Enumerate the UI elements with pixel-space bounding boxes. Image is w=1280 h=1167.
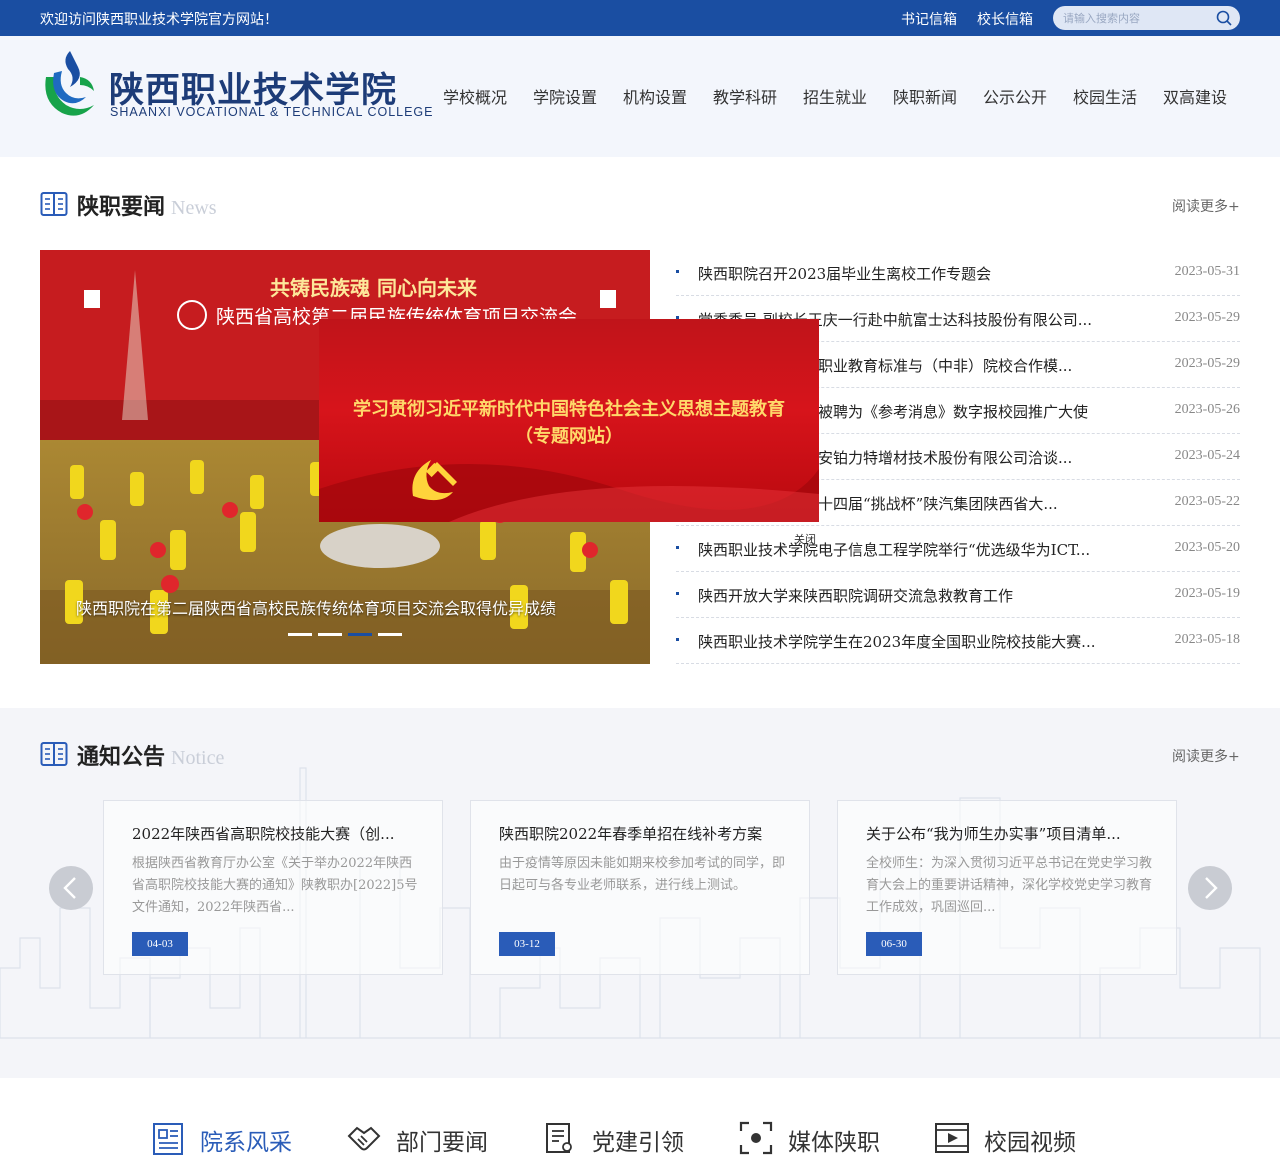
secretary-mailbox-link[interactable]: 书记信箱 (901, 9, 957, 29)
notice-title-en: Notice (171, 747, 225, 769)
school-name-en: SHAANXI VOCATIONAL & TECHNICAL COLLEGE (110, 105, 434, 119)
chevron-right-icon (1205, 877, 1218, 899)
nav-item-school-overview[interactable]: 学校概况 (443, 84, 507, 108)
notice-card[interactable]: 2022年陕西省高职院校技能大赛（创... 根据陕西省教育厅办公室《关于举办20… (103, 800, 443, 975)
tab-media[interactable]: 媒体陕职 (738, 1118, 898, 1158)
nav-item-public-notice[interactable]: 公示公开 (983, 84, 1047, 108)
notice-card-title[interactable]: 陕西职院2022年春季单招在线补考方案 (499, 823, 789, 844)
tab-department-news[interactable]: 部门要闻 (346, 1118, 506, 1158)
slide-banner-line1: 共铸民族魂 同心向未来 (270, 276, 477, 300)
welcome-text: 欢迎访问陕西职业技术学院官方网站！ (40, 12, 278, 28)
newspaper-icon (153, 1123, 183, 1155)
slider-dot-4[interactable] (378, 633, 402, 636)
chevron-left-icon (63, 877, 76, 899)
site-header: 陕西职业技术学院 SHAANXI VOCATIONAL & TECHNICAL … (0, 36, 1280, 157)
tab-campus-video[interactable]: 校园视频 (934, 1118, 1094, 1158)
bullet-icon (676, 592, 679, 595)
focus-camera-icon (739, 1121, 773, 1155)
notice-card-title[interactable]: 2022年陕西省高职院校技能大赛（创... (132, 823, 422, 844)
bullet-icon (676, 270, 679, 273)
notice-card-date: 06-30 (866, 932, 922, 956)
news-section-title: 陕职要闻 News (77, 189, 217, 221)
notice-title-cn: 通知公告 (77, 744, 166, 770)
notice-card-date: 03-12 (499, 932, 555, 956)
news-list-item[interactable]: 陕西开放大学来陕西职院调研交流急救教育工作 2023-05-19 (676, 572, 1240, 618)
notice-card-title[interactable]: 关于公布“我为师生办实事”项目清单... (866, 823, 1156, 844)
bullet-icon (676, 546, 679, 549)
news-list-item[interactable]: 陕西职业技术学院学生在2023年度全国职业院校技能大赛... 2023-05-18 (676, 618, 1240, 664)
video-icon (935, 1123, 969, 1153)
notice-section-title: 通知公告 Notice (77, 739, 224, 771)
carousel-prev-button[interactable] (49, 866, 93, 910)
nav-item-teaching-research[interactable]: 教学科研 (713, 84, 777, 108)
notice-card-desc: 全校师生：为深入贯彻习近平总书记在党史学习教育大会上的重要讲话精神，深化学校党史… (866, 856, 1153, 915)
book-icon (40, 742, 68, 766)
popup-title-line2: （专题网站） (515, 426, 623, 447)
slider-dot-1[interactable] (288, 633, 312, 636)
notice-card-desc: 根据陕西省教育厅办公室《关于举办2022年陕西省高职院校技能大赛的通知》陕教职办… (132, 856, 418, 915)
notice-read-more-link[interactable]: 阅读更多+ (1172, 746, 1240, 766)
slider-dot-3[interactable] (348, 633, 372, 636)
news-title-en: News (171, 197, 217, 219)
nav-item-departments[interactable]: 学院设置 (533, 84, 597, 108)
popup-close-link[interactable]: 关闭 (794, 531, 816, 547)
bullet-icon (676, 638, 679, 641)
nav-item-organization[interactable]: 机构设置 (623, 84, 687, 108)
news-list-item[interactable]: 陕西职院召开2023届毕业生离校工作专题会 2023-05-31 (676, 250, 1240, 296)
nav-item-campus-life[interactable]: 校园生活 (1073, 84, 1137, 108)
slide-caption[interactable]: 陕西职院在第二届陕西省高校民族传统体育项目交流会取得优异成绩 (76, 595, 556, 619)
news-list-item[interactable]: 陕西职业技术学院电子信息工程学院举行“优选级华为ICT... 2023-05-20 (676, 526, 1240, 572)
nav-item-admission-employment[interactable]: 招生就业 (803, 84, 867, 108)
tab-party-building[interactable]: 党建引领 (542, 1118, 702, 1158)
top-bar: 欢迎访问陕西职业技术学院官方网站！ 书记信箱 校长信箱 (0, 0, 1280, 36)
notice-card-date: 04-03 (132, 932, 188, 956)
theme-education-popup[interactable]: 学习贯彻习近平新时代中国特色社会主义思想主题教育 （专题网站） (319, 319, 819, 522)
notice-card-desc: 由于疫情等原因未能如期来校参加考试的同学，即日起可与各专业老师联系，进行线上测试… (499, 856, 786, 893)
tab-department-showcase[interactable]: 院系风采 (150, 1118, 310, 1158)
notice-card[interactable]: 关于公布“我为师生办实事”项目清单... 全校师生：为深入贯彻习近平总书记在党史… (837, 800, 1177, 975)
nav-item-double-high[interactable]: 双高建设 (1163, 84, 1227, 108)
president-mailbox-link[interactable]: 校长信箱 (977, 9, 1033, 29)
popup-title-line1: 学习贯彻习近平新时代中国特色社会主义思想主题教育 (353, 399, 785, 420)
college-logo-icon[interactable] (40, 47, 98, 119)
news-read-more-link[interactable]: 阅读更多+ (1172, 196, 1240, 216)
book-icon (40, 192, 68, 216)
news-title-cn: 陕职要闻 (77, 194, 166, 220)
slider-dot-2[interactable] (318, 633, 342, 636)
handshake-icon (347, 1126, 381, 1151)
search-box (1053, 6, 1240, 30)
document-icon (546, 1123, 572, 1153)
carousel-next-button[interactable] (1188, 866, 1232, 910)
search-input[interactable] (1063, 9, 1213, 27)
nav-item-news[interactable]: 陕职新闻 (893, 84, 957, 108)
party-emblem-icon (412, 460, 457, 501)
search-icon[interactable] (1215, 9, 1233, 27)
notice-card[interactable]: 陕西职院2022年春季单招在线补考方案 由于疫情等原因未能如期来校参加考试的同学… (470, 800, 810, 975)
